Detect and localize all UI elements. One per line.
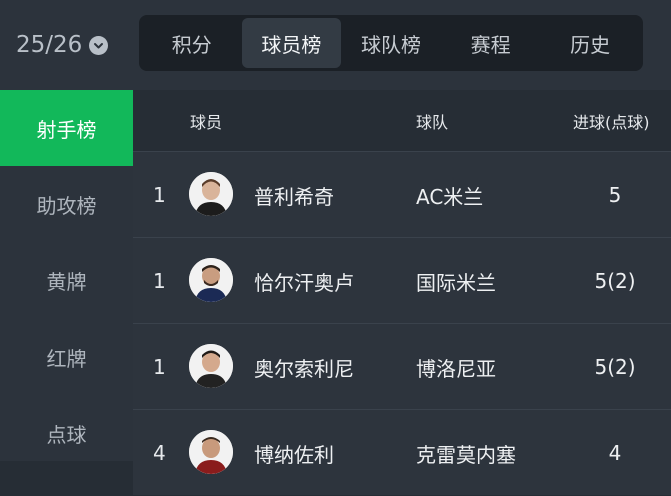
goals-value: 5(2): [594, 269, 636, 293]
tab-schedule[interactable]: 赛程: [441, 18, 541, 68]
team-name: 国际米兰: [416, 270, 496, 295]
tab-team-rankings[interactable]: 球队榜: [341, 18, 441, 68]
table-row[interactable]: 1 恰尔汗奥卢 国际米兰 5(2): [133, 237, 671, 323]
player-rank: 1: [153, 355, 166, 379]
goals-value: 5: [608, 183, 622, 207]
team-name: 博洛尼亚: [416, 356, 496, 381]
category-sidebar: 射手榜 助攻榜 黄牌 红牌 点球: [0, 90, 133, 461]
player-rank: 1: [153, 183, 166, 207]
sidebar-item-assists[interactable]: 助攻榜: [0, 166, 133, 243]
player-name: 恰尔汗奥卢: [254, 270, 354, 295]
avatar: [189, 258, 233, 302]
sidebar-item-top-scorers[interactable]: 射手榜: [0, 90, 133, 166]
goals-value: 5(2): [594, 355, 636, 379]
table-row[interactable]: 1 普利希奇 AC米兰 5: [133, 151, 671, 237]
sidebar-item-red-cards[interactable]: 红牌: [0, 319, 133, 396]
tab-standings[interactable]: 积分: [142, 18, 242, 68]
column-header-team: 球队: [416, 112, 449, 132]
rankings-table: 球员 球队 进球(点球) 1 普利希奇 AC米兰 5 1 恰尔汗奥卢 国际米兰 …: [133, 90, 671, 495]
column-header-player: 球员: [190, 112, 223, 132]
tab-bar: 积分 球员榜 球队榜 赛程 历史: [139, 15, 643, 71]
table-header: 球员 球队 进球(点球): [133, 90, 671, 151]
avatar: [189, 344, 233, 388]
season-label: 25/26: [16, 32, 83, 58]
player-name: 奥尔索利尼: [254, 356, 354, 381]
table-row[interactable]: 4 博纳佐利 克雷莫内塞 4: [133, 409, 671, 495]
player-rank: 1: [153, 269, 166, 293]
season-selector[interactable]: 25/26: [16, 27, 109, 63]
chevron-down-icon: [89, 35, 109, 55]
sidebar-item-yellow-cards[interactable]: 黄牌: [0, 243, 133, 320]
team-name: 克雷莫内塞: [416, 442, 516, 467]
column-header-goals: 进球(点球): [573, 112, 650, 132]
player-name: 博纳佐利: [254, 442, 334, 467]
player-rank: 4: [153, 441, 166, 465]
player-name: 普利希奇: [254, 184, 334, 209]
tab-history[interactable]: 历史: [540, 18, 640, 68]
team-name: AC米兰: [416, 184, 484, 209]
tab-player-rankings[interactable]: 球员榜: [241, 18, 342, 68]
avatar: [189, 172, 233, 216]
goals-value: 4: [608, 441, 622, 465]
table-row[interactable]: 1 奥尔索利尼 博洛尼亚 5(2): [133, 323, 671, 409]
top-bar: 25/26 积分 球员榜 球队榜 赛程 历史: [0, 0, 671, 90]
avatar: [189, 430, 233, 474]
